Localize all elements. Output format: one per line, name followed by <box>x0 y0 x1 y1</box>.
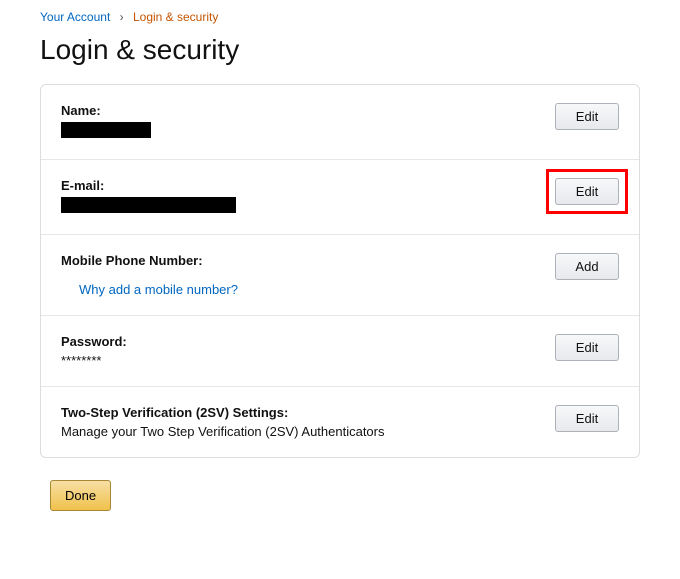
row-email: E-mail: Edit <box>41 159 639 234</box>
row-phone: Mobile Phone Number: Why add a mobile nu… <box>41 234 639 315</box>
row-name: Name: Edit <box>41 85 639 159</box>
twostep-sub: Manage your Two Step Verification (2SV) … <box>61 424 539 439</box>
edit-email-button[interactable]: Edit <box>555 178 619 205</box>
password-value: ******** <box>61 353 539 368</box>
edit-twostep-button[interactable]: Edit <box>555 405 619 432</box>
breadcrumb-separator: › <box>120 10 124 24</box>
phone-label: Mobile Phone Number: <box>61 253 539 268</box>
edit-name-button[interactable]: Edit <box>555 103 619 130</box>
twostep-label: Two-Step Verification (2SV) Settings: <box>61 405 539 420</box>
add-phone-button[interactable]: Add <box>555 253 619 280</box>
page-title: Login & security <box>40 34 640 66</box>
email-edit-highlight: Edit <box>546 169 628 214</box>
breadcrumb-current: Login & security <box>133 10 218 24</box>
password-label: Password: <box>61 334 539 349</box>
name-label: Name: <box>61 103 539 118</box>
edit-password-button[interactable]: Edit <box>555 334 619 361</box>
why-add-mobile-link[interactable]: Why add a mobile number? <box>79 282 238 297</box>
email-value-redacted <box>61 197 236 213</box>
row-twostep: Two-Step Verification (2SV) Settings: Ma… <box>41 386 639 457</box>
done-button[interactable]: Done <box>50 480 111 511</box>
breadcrumb: Your Account › Login & security <box>40 10 640 24</box>
row-password: Password: ******** Edit <box>41 315 639 386</box>
breadcrumb-root-link[interactable]: Your Account <box>40 10 110 24</box>
email-label: E-mail: <box>61 178 539 193</box>
settings-card: Name: Edit E-mail: Edit Mobile Phone Num… <box>40 84 640 458</box>
name-value-redacted <box>61 122 151 138</box>
